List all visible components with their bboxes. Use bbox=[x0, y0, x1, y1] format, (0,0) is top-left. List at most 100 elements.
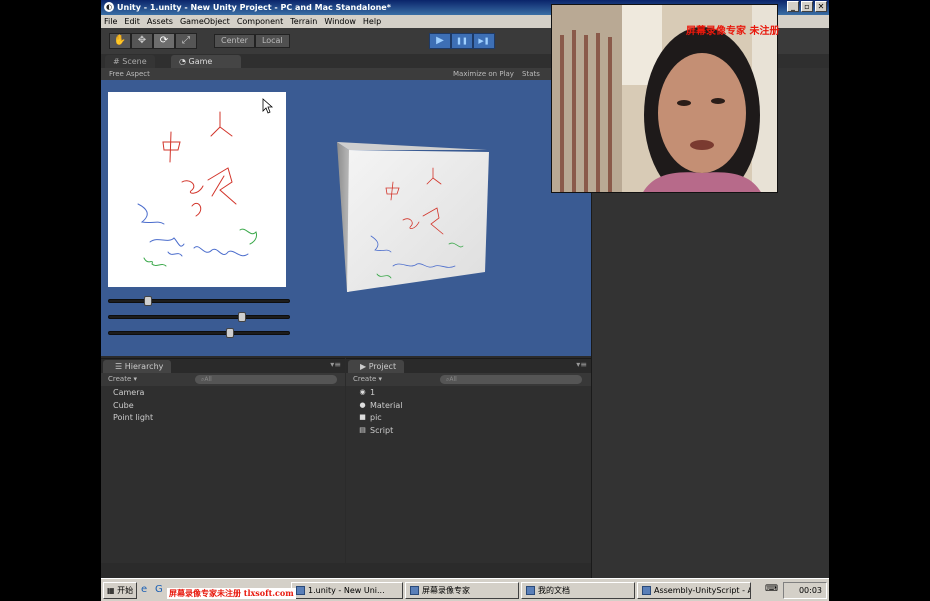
project-item-script[interactable]: ▤ Script bbox=[346, 425, 591, 438]
playback-controls: ▶ ❚❚ ▶❚ bbox=[429, 33, 495, 49]
list-icon: ☰ bbox=[115, 362, 123, 371]
folder-icon bbox=[526, 586, 535, 595]
stats-toggle[interactable]: Stats bbox=[522, 68, 540, 80]
tab-hierarchy[interactable]: ☰ Hierarchy bbox=[103, 360, 172, 373]
hand-icon[interactable]: ✋ bbox=[109, 33, 131, 49]
keyboard-icon[interactable]: ⌨ bbox=[765, 584, 778, 594]
maximize-on-play-toggle[interactable]: Maximize on Play bbox=[453, 68, 514, 80]
pivot-label: Center bbox=[221, 36, 248, 45]
recorder-watermark: 屏幕录像专家 未注册 bbox=[686, 26, 780, 37]
drawing-canvas[interactable] bbox=[108, 92, 286, 287]
system-tray: 00:03 bbox=[783, 582, 827, 599]
hierarchy-title: Hierarchy bbox=[124, 362, 164, 371]
project-item-material[interactable]: ● Material bbox=[346, 400, 591, 413]
start-label: 开始 bbox=[117, 586, 134, 595]
panel-menu-icon[interactable]: ▾≡ bbox=[576, 360, 587, 369]
cube-front-face bbox=[347, 150, 489, 292]
minimize-button[interactable]: _ bbox=[787, 1, 799, 12]
windows-taskbar: ▦ 开始 e G 1.unity - New Uni... 屏幕录像专家 我的文… bbox=[101, 578, 829, 601]
project-title: Project bbox=[368, 362, 397, 371]
hierarchy-item-cube[interactable]: Cube bbox=[101, 400, 345, 413]
tab-game-label: Game bbox=[188, 57, 213, 66]
slider-1-thumb[interactable] bbox=[143, 296, 152, 306]
menu-gameobject[interactable]: GameObject bbox=[180, 15, 235, 28]
hierarchy-item-point-light[interactable]: Point light bbox=[101, 412, 345, 425]
maximize-button[interactable]: ▫ bbox=[801, 1, 813, 12]
tab-game[interactable]: ◔ Game bbox=[171, 55, 241, 68]
grid-icon: # bbox=[113, 57, 120, 66]
project-item-scene-1[interactable]: ◉ 1 bbox=[346, 387, 591, 400]
windows-logo-icon: ▦ bbox=[107, 586, 115, 595]
project-create-button[interactable]: Create ▾ bbox=[353, 375, 382, 383]
menu-help[interactable]: Help bbox=[363, 15, 386, 28]
project-create-label: Create bbox=[353, 375, 377, 383]
folder-icon: ▶ bbox=[360, 362, 367, 371]
step-button[interactable]: ▶❚ bbox=[473, 33, 495, 49]
hierarchy-search-placeholder: All bbox=[204, 376, 212, 383]
taskbar-button-unity[interactable]: 1.unity - New Uni... bbox=[291, 582, 403, 599]
tab-scene-label: Scene bbox=[122, 57, 147, 66]
monodevelop-icon bbox=[642, 586, 651, 595]
taskbar-button-my-documents[interactable]: 我的文档 bbox=[521, 582, 635, 599]
menu-file[interactable]: File bbox=[104, 15, 122, 28]
pivot-center-button[interactable]: Center bbox=[214, 34, 255, 48]
project-panel: ▶ Project ▾≡ Create ▾ ⌕All ◉ 1 ● Material … bbox=[346, 358, 591, 563]
start-button[interactable]: ▦ 开始 bbox=[103, 582, 137, 599]
view-tabs: # Scene ◔ Game bbox=[101, 54, 591, 68]
rotate-icon[interactable]: ⟳ bbox=[153, 33, 175, 49]
pause-button[interactable]: ❚❚ bbox=[451, 33, 473, 49]
project-item-pic[interactable]: ■ pic bbox=[346, 412, 591, 425]
rotating-cube bbox=[337, 142, 489, 292]
desktop: ◐ Unity - 1.unity - New Unity Project - … bbox=[0, 0, 930, 601]
hierarchy-create-button[interactable]: Create ▾ bbox=[108, 375, 137, 383]
space-label: Local bbox=[261, 36, 283, 45]
menu-edit[interactable]: Edit bbox=[124, 15, 145, 28]
scale-icon[interactable]: ⤢ bbox=[175, 33, 197, 49]
panel-menu-icon[interactable]: ▾≡ bbox=[330, 360, 341, 369]
slider-3[interactable] bbox=[108, 328, 290, 338]
recorder-icon bbox=[410, 586, 419, 595]
taskbar-button-monodevelop[interactable]: Assembly-UnityScript - A... bbox=[637, 582, 751, 599]
hierarchy-search-input[interactable]: ⌕All bbox=[195, 375, 337, 384]
move-icon[interactable]: ✥ bbox=[131, 33, 153, 49]
taskbar-button-label: 我的文档 bbox=[538, 586, 570, 595]
transform-tools: ✋ ✥ ⟳ ⤢ bbox=[109, 33, 197, 49]
slider-2-thumb[interactable] bbox=[237, 312, 246, 322]
taskbar-button-label: 1.unity - New Uni... bbox=[308, 586, 385, 595]
slider-2[interactable] bbox=[108, 312, 290, 322]
quicklaunch-icon[interactable]: G bbox=[155, 584, 163, 595]
taskbar-watermark: 屏幕录像专家未注册 tlxsoft.com bbox=[167, 588, 296, 599]
project-item-label: Script bbox=[370, 425, 394, 435]
pivot-local-button[interactable]: Local bbox=[254, 34, 290, 48]
menu-terrain[interactable]: Terrain bbox=[290, 15, 322, 28]
taskbar-button-recorder[interactable]: 屏幕录像专家 bbox=[405, 582, 519, 599]
game-view bbox=[101, 80, 591, 356]
tab-scene[interactable]: # Scene bbox=[105, 55, 155, 68]
aspect-dropdown[interactable]: Free Aspect bbox=[109, 68, 150, 80]
script-icon: ▤ bbox=[359, 425, 366, 434]
hierarchy-item-camera[interactable]: Camera bbox=[101, 387, 345, 400]
project-item-label: pic bbox=[370, 413, 382, 422]
unity-logo-icon: ◐ bbox=[104, 2, 114, 12]
project-item-label: Material bbox=[370, 400, 403, 410]
slider-1[interactable] bbox=[108, 296, 290, 306]
menu-window[interactable]: Window bbox=[324, 15, 361, 28]
hierarchy-panel: ☰ Hierarchy ▾≡ Create ▾ ⌕All Camera Cube… bbox=[101, 358, 345, 563]
cube-side-face bbox=[337, 142, 349, 292]
taskbar-button-label: 屏幕录像专家 bbox=[422, 586, 470, 595]
play-button[interactable]: ▶ bbox=[429, 33, 451, 49]
texture-icon: ■ bbox=[359, 413, 366, 421]
project-search-input[interactable]: ⌕All bbox=[440, 375, 582, 384]
cube-top-face bbox=[337, 142, 487, 150]
slider-3-thumb[interactable] bbox=[225, 328, 234, 338]
hierarchy-create-label: Create bbox=[108, 375, 132, 383]
game-view-toolbar: Free Aspect Maximize on Play Stats bbox=[101, 68, 591, 80]
ie-icon[interactable]: e bbox=[141, 584, 147, 595]
close-button[interactable]: ✕ bbox=[815, 1, 827, 12]
tab-project[interactable]: ▶ Project bbox=[348, 360, 405, 373]
mouse-cursor-icon bbox=[262, 98, 274, 114]
project-search-placeholder: All bbox=[449, 376, 457, 383]
menu-assets[interactable]: Assets bbox=[147, 15, 178, 28]
menu-component[interactable]: Component bbox=[237, 15, 288, 28]
pacman-icon: ◔ bbox=[179, 57, 186, 66]
